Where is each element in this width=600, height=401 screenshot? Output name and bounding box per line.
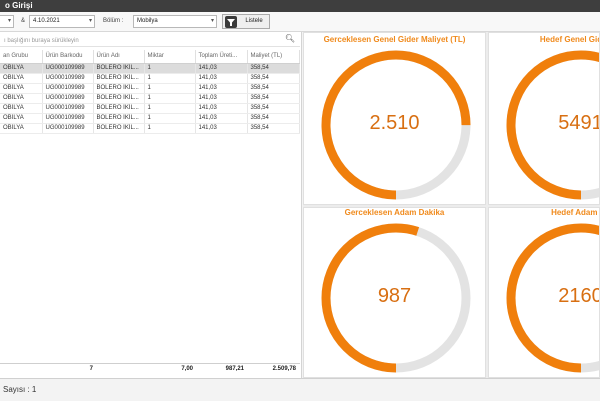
date-end-field[interactable]: 4.10.2021 ▾ [29,15,95,28]
gauge-value: 987 [377,285,412,307]
cell[interactable]: OBİLYA [0,113,43,124]
cell[interactable]: 141,03 [195,113,248,124]
cell[interactable]: 358,54 [247,93,300,104]
cell[interactable]: UG000109989 [42,103,94,114]
card-title: Gerceklesen Genel Gider Maliyet (TL) [323,35,466,44]
cell[interactable]: 1 [144,73,196,84]
cell[interactable]: 1 [144,93,196,104]
table-row[interactable]: OBİLYA UG000109989 BOLERO İKİL... 1 141,… [0,103,300,114]
cell[interactable]: 358,54 [247,103,300,114]
cell[interactable]: BOLERO İKİL... [93,113,145,124]
search-icon[interactable]: 🔍︎ [285,34,295,43]
cell[interactable]: OBİLYA [0,103,43,114]
column-header[interactable]: Toplam Üreti... [195,50,248,64]
cell[interactable]: 1 [144,113,196,124]
cell[interactable]: 141,03 [195,73,248,84]
cell[interactable]: BOLERO İKİL... [93,83,145,94]
card-title: Hedef Adam Da [551,208,599,217]
gauge-card-actual-overhead: Gerceklesen Genel Gider Maliyet (TL) 2.5… [303,32,486,205]
card-title: Hedef Genel Gider To [539,35,599,44]
table-row[interactable]: OBİLYA UG000109989 BOLERO İKİL... 1 141,… [0,113,300,124]
cell[interactable]: 1 [144,103,196,114]
chevron-down-icon[interactable]: ▾ [8,16,11,27]
list-button-label: Listele [245,18,263,24]
cell[interactable]: UG000109989 [42,113,94,124]
window-title: o Girişi [0,0,600,12]
date-end-value: 4.10.2021 [33,18,60,24]
gauge-card-actual-man-minutes: Gerceklesen Adam Dakika 987 [303,207,486,378]
cell[interactable]: 141,03 [195,123,248,134]
filter-bar: ▾ & 4.10.2021 ▾ Bölüm : Mobilya ▾ Listel… [0,12,600,32]
section-label: Bölüm : [103,18,124,24]
cell[interactable]: 141,03 [195,63,248,74]
summary-row: 7 7,00 987,21 2.509,78 [0,363,300,375]
card-title: Gerceklesen Adam Dakika [344,208,445,217]
section-value: Mobilya [137,18,158,24]
chevron-down-icon[interactable]: ▾ [89,16,92,27]
chevron-down-icon[interactable]: ▾ [211,16,214,27]
cell[interactable]: BOLERO İKİL... [93,103,145,114]
column-header[interactable]: Maliyet (TL) [247,50,300,64]
cell[interactable]: UG000109989 [42,63,94,74]
cell[interactable]: BOLERO İKİL... [93,93,145,104]
column-header[interactable]: Miktar [144,50,196,64]
cell[interactable]: BOLERO İKİL... [93,123,145,134]
cell[interactable]: 1 [144,63,196,74]
gauge-card-target-overhead: Hedef Genel Gider To 5491 [488,32,600,205]
cell[interactable]: 141,03 [195,103,248,114]
column-header[interactable]: an Grubu [0,50,43,64]
table-row[interactable]: OBİLYA UG000109989 BOLERO İKİL... 1 141,… [0,123,300,134]
cell[interactable]: 1 [144,83,196,94]
cell[interactable]: BOLERO İKİL... [93,73,145,84]
cell[interactable]: 141,03 [195,83,248,94]
status-bar: Sayısı : 1 [0,378,600,400]
data-grid: an Grubu Ürün Barkodu Ürün Adı Miktar To… [0,50,300,134]
gauge-card-target-man-minutes: Hedef Adam Da 2160 [488,207,600,378]
cell[interactable]: OBİLYA [0,123,43,134]
dashboard-panel: Gerceklesen Genel Gider Maliyet (TL) 2.5… [303,32,600,378]
table-row[interactable]: OBİLYA UG000109989 BOLERO İKİL... 1 141,… [0,93,300,104]
column-header[interactable]: Ürün Adı [93,50,145,64]
gauge-value: 5491 [558,112,600,134]
cell[interactable]: 1 [144,123,196,134]
cell[interactable]: UG000109989 [42,93,94,104]
section-select[interactable]: Mobilya ▾ [133,15,217,28]
data-grid-panel: ı başlığını buraya sürükleyin 🔍︎ an Grub… [0,32,302,378]
cell[interactable]: OBİLYA [0,93,43,104]
gauge-value: 2160 [558,285,600,307]
cell[interactable]: 358,54 [247,63,300,74]
cell[interactable]: 358,54 [247,73,300,84]
table-row[interactable]: OBİLYA UG000109989 BOLERO İKİL... 1 141,… [0,63,300,74]
total-production: 987,21 [225,366,244,372]
cell[interactable]: OBİLYA [0,83,43,94]
cell[interactable]: 358,54 [247,123,300,134]
cell[interactable]: OBİLYA [0,63,43,74]
group-panel-hint: ı başlığını buraya sürükleyin [0,35,300,47]
filter-icon [225,16,237,28]
date-separator: & [21,18,26,24]
total-quantity: 7,00 [181,366,193,372]
list-button[interactable]: Listele [222,14,270,29]
gauge-value: 2.510 [369,112,420,134]
column-header[interactable]: Ürün Barkodu [42,50,94,64]
cell[interactable]: BOLERO İKİL... [93,63,145,74]
table-row[interactable]: OBİLYA UG000109989 BOLERO İKİL... 1 141,… [0,73,300,84]
date-start-field[interactable]: ▾ [0,15,14,28]
cell[interactable]: UG000109989 [42,123,94,134]
cell[interactable]: 141,03 [195,93,248,104]
cell[interactable]: 358,54 [247,113,300,124]
cell[interactable]: OBİLYA [0,73,43,84]
total-cost: 2.509,78 [272,366,296,372]
cell[interactable]: UG000109989 [42,83,94,94]
total-count: 7 [89,366,93,372]
cell[interactable]: UG000109989 [42,73,94,84]
table-row[interactable]: OBİLYA UG000109989 BOLERO İKİL... 1 141,… [0,83,300,94]
cell[interactable]: 358,54 [247,83,300,94]
